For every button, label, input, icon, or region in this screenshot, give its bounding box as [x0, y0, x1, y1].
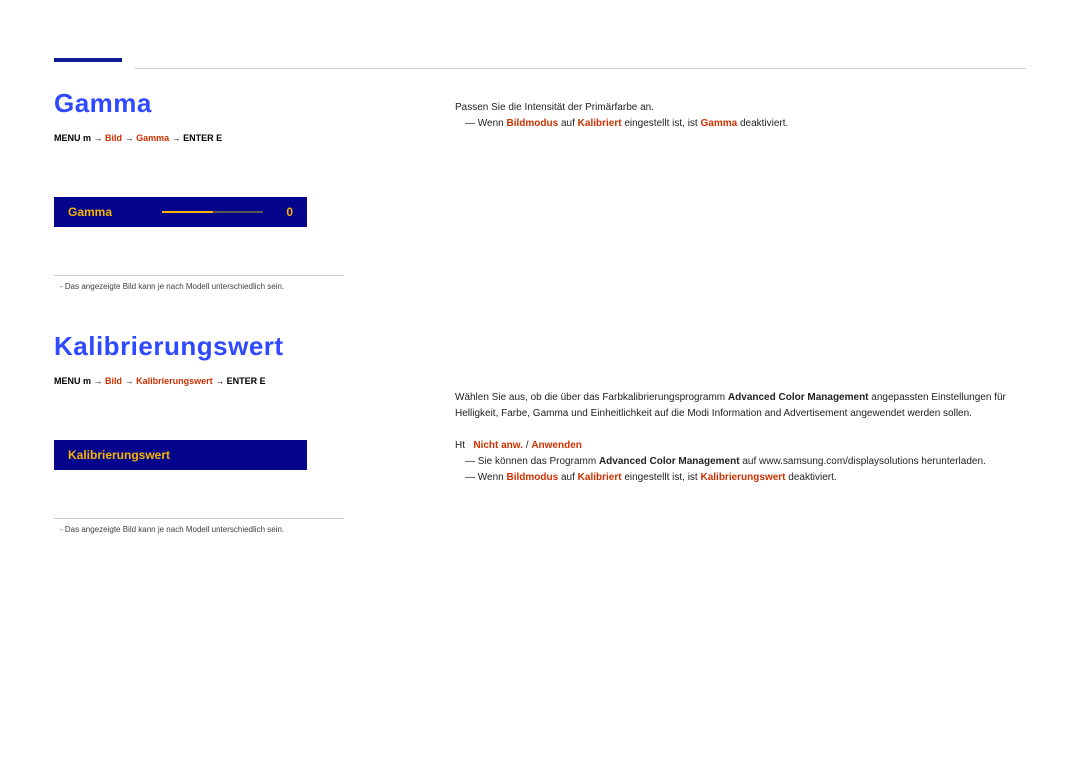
crumb-enter2: ENTER E — [227, 376, 266, 386]
kalib-note-download: ― Sie können das Programm Advanced Color… — [465, 454, 1026, 470]
gamma-slider[interactable] — [162, 211, 263, 213]
gamma-slider-box: Gamma 0 — [54, 197, 307, 227]
crumb-bild: Bild — [105, 133, 122, 143]
crumb-enter: ENTER E — [183, 133, 222, 143]
footnote-rule-2 — [54, 518, 344, 519]
gamma-slider-value: 0 — [277, 205, 293, 219]
crumb-kalib: Kalibrierungswert — [136, 376, 213, 386]
kalib-desc: Wählen Sie aus, ob die über das Farbkali… — [455, 390, 1026, 422]
gamma-note: ― Wenn Bildmodus auf Kalibriert eingeste… — [465, 116, 1026, 132]
kalib-note-deactivated: ― Wenn Bildmodus auf Kalibriert eingeste… — [465, 470, 1026, 486]
crumb-menu2: MENU m — [54, 376, 91, 386]
footnote-rule — [54, 275, 344, 276]
crumb-gamma: Gamma — [136, 133, 169, 143]
top-rule — [135, 68, 1026, 69]
kalib-options: Ht Nicht anw. / Anwenden — [455, 438, 1026, 454]
kalibrierung-list-item[interactable]: Kalibrierungswert — [54, 440, 307, 470]
gamma-slider-label: Gamma — [68, 205, 148, 219]
footnote-2: - Das angezeigte Bild kann je nach Model… — [60, 525, 1026, 534]
gamma-desc: Passen Sie die Intensität der Primärfarb… — [455, 100, 1026, 116]
crumb-bild2: Bild — [105, 376, 122, 386]
brand-bar — [54, 58, 122, 62]
kalibrierung-list-box: Kalibrierungswert — [54, 440, 307, 470]
right-column: Passen Sie die Intensität der Primärfarb… — [455, 100, 1026, 486]
crumb-menu: MENU m — [54, 133, 91, 143]
